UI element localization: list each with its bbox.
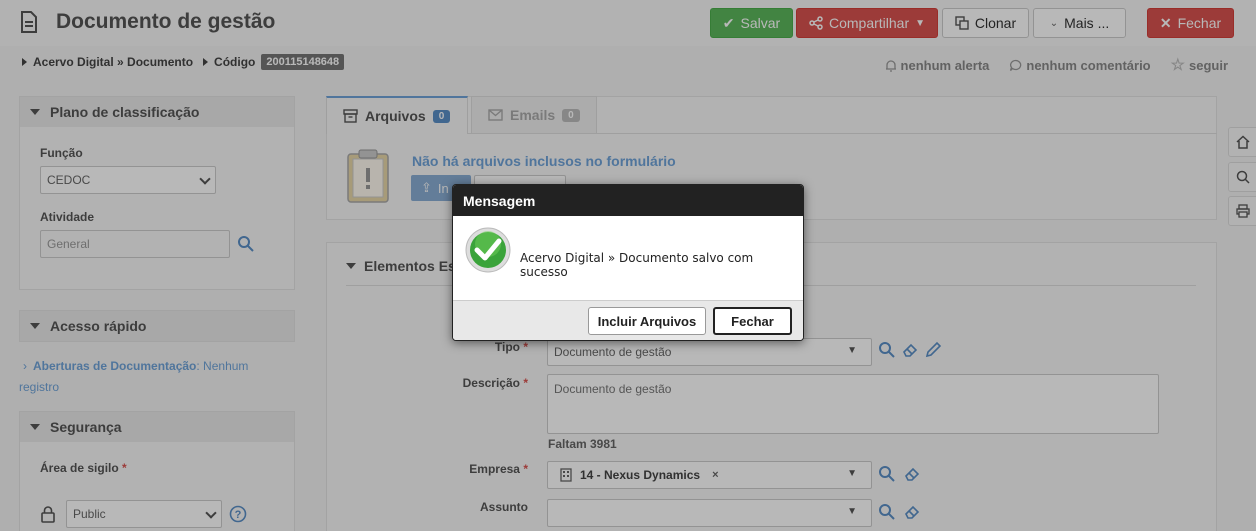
message-dialog: Mensagem Acervo Digital » Documento salv… xyxy=(452,184,804,341)
dialog-footer: Incluir Arquivos Fechar xyxy=(453,300,803,340)
dialog-title: Mensagem xyxy=(453,185,803,216)
success-check-icon xyxy=(465,227,511,273)
dialog-message: Acervo Digital » Documento salvo com suc… xyxy=(520,251,754,279)
include-files-dialog-button[interactable]: Incluir Arquivos xyxy=(588,307,706,335)
dialog-body: Acervo Digital » Documento salvo com suc… xyxy=(453,216,803,300)
close-dialog-button[interactable]: Fechar xyxy=(713,307,792,335)
